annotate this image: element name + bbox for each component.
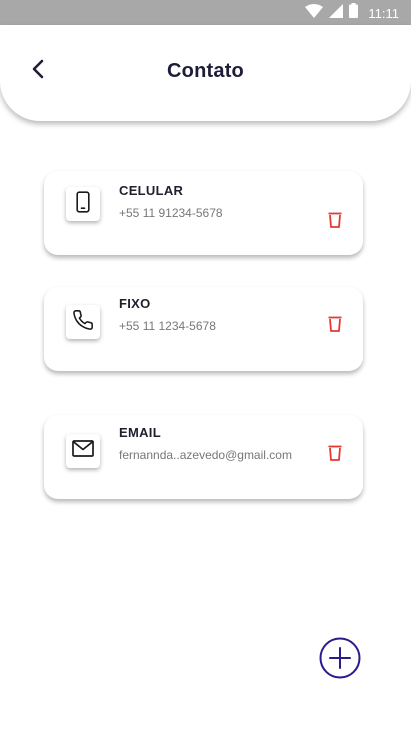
status-time: 11:11 (368, 5, 399, 21)
mail-icon (72, 440, 94, 462)
plus-circle-icon (319, 637, 361, 684)
battery-icon (349, 3, 359, 23)
contact-icon-box (66, 434, 100, 468)
trash-icon (328, 444, 342, 466)
delete-button[interactable] (325, 212, 345, 232)
contact-card-fixo[interactable]: FIXO +55 11 1234-5678 (44, 287, 363, 371)
signal-icon (329, 3, 344, 23)
status-icons: 11:11 (305, 3, 399, 23)
add-contact-button[interactable] (319, 637, 361, 684)
contact-label: FIXO (119, 296, 151, 311)
phone-icon (72, 309, 94, 336)
delete-button[interactable] (325, 316, 345, 336)
delete-button[interactable] (325, 445, 345, 465)
contact-value: +55 11 1234-5678 (119, 319, 216, 333)
contact-card-celular[interactable]: CELULAR +55 11 91234-5678 (44, 171, 363, 255)
contact-label: CELULAR (119, 183, 184, 198)
contact-label: EMAIL (119, 425, 161, 440)
contact-icon-box (66, 305, 100, 339)
trash-icon (328, 315, 342, 337)
page-title: Contato (167, 60, 244, 82)
trash-icon (328, 211, 342, 233)
wifi-icon (305, 3, 324, 23)
contact-value: fernannda..azevedo@gmail.com (119, 448, 292, 462)
contact-icon-box (66, 187, 100, 221)
contact-value: +55 11 91234-5678 (119, 206, 223, 220)
smartphone-icon (76, 190, 90, 218)
header: Contato (0, 25, 411, 121)
contact-card-email[interactable]: EMAIL fernannda..azevedo@gmail.com (44, 415, 363, 499)
status-bar: 11:11 (0, 0, 411, 25)
